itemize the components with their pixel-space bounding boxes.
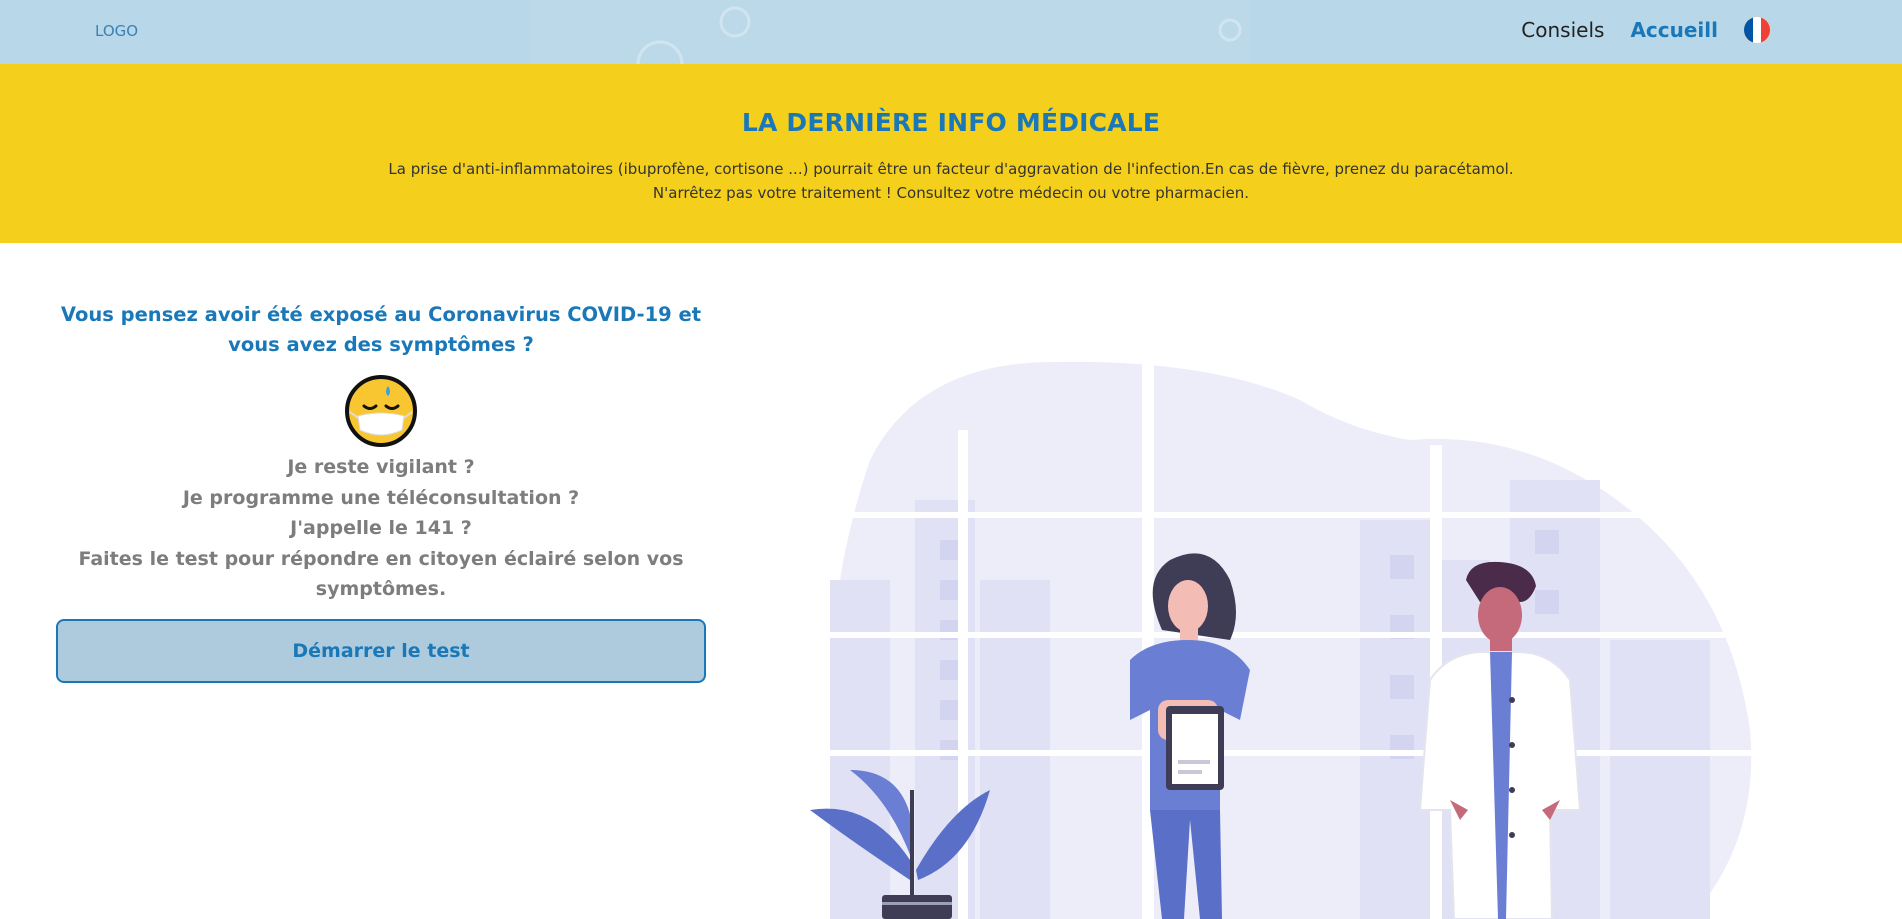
banner-text-line-2: N'arrêtez pas votre traitement ! Consult… xyxy=(652,184,1250,202)
france-flag-icon[interactable] xyxy=(1744,17,1770,43)
logo-link[interactable]: LOGO xyxy=(95,22,138,40)
guidance-line-vigilant: Je reste vigilant ? xyxy=(287,456,475,478)
guidance-line-test: Faites le test pour répondre en citoyen … xyxy=(78,547,684,601)
banner-title: LA DERNIÈRE INFO MÉDICALE xyxy=(741,108,1161,137)
top-navbar: LOGO Consiels Accueill xyxy=(0,0,1902,64)
main-nav: Consiels Accueill xyxy=(1521,17,1770,43)
nav-link-consiels[interactable]: Consiels xyxy=(1521,18,1604,42)
test-intro: Vous pensez avoir été exposé au Coronavi… xyxy=(56,300,706,683)
doctors-illustration xyxy=(790,340,1770,919)
guidance-line-teleconsultation: Je programme une téléconsultation ? xyxy=(182,486,580,509)
exposure-question: Vous pensez avoir été exposé au Coronavi… xyxy=(60,303,702,356)
masked-face-sweat-icon xyxy=(345,375,417,447)
nav-link-accueil[interactable]: Accueill xyxy=(1630,18,1718,42)
guidance-line-141: J'appelle le 141 ? xyxy=(290,517,472,539)
start-test-button[interactable]: Démarrer le test xyxy=(56,618,706,683)
medical-info-banner: LA DERNIÈRE INFO MÉDICALE La prise d'ant… xyxy=(0,64,1902,243)
guidance-lines: Je reste vigilant ? Je programme une tél… xyxy=(56,452,706,605)
banner-text-line-1: La prise d'anti-inflammatoires (ibuprofè… xyxy=(388,160,1514,178)
